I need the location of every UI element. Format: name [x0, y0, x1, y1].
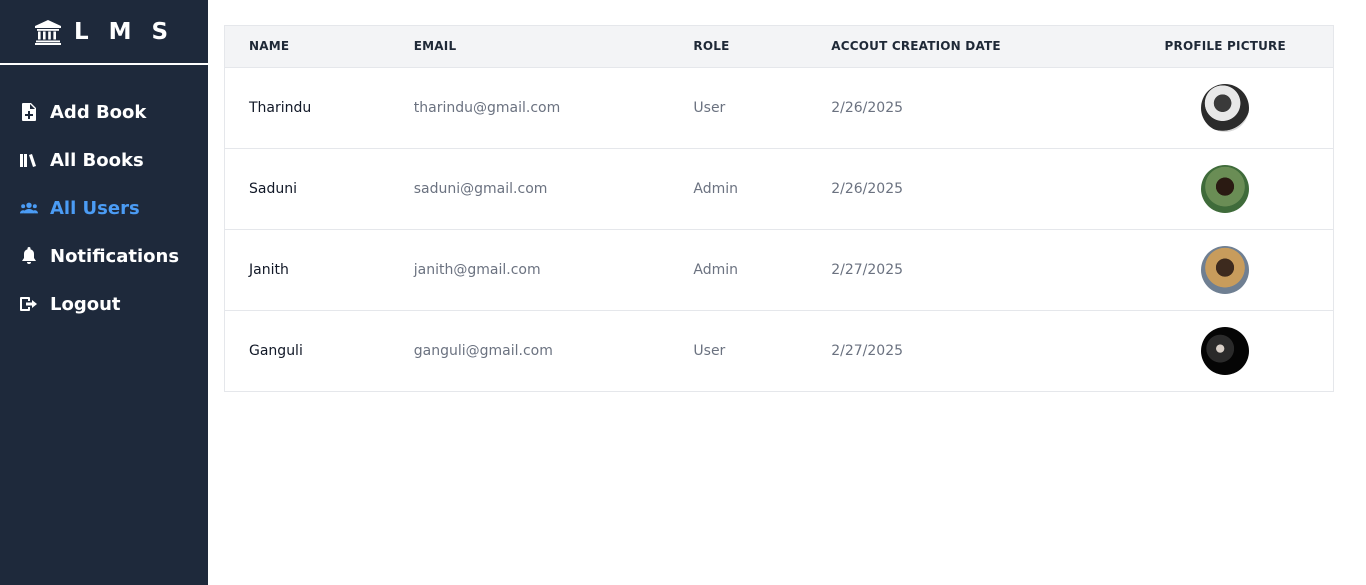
avatar — [1201, 245, 1250, 294]
bank-icon — [34, 19, 62, 45]
profile-picture-cell — [1117, 310, 1333, 391]
sidebar-item-add-book[interactable]: Add Book — [0, 88, 208, 136]
logout-icon — [20, 295, 38, 313]
avatar — [1201, 164, 1250, 213]
user-name: Janith — [249, 261, 289, 278]
user-role: Admin — [693, 261, 739, 278]
user-email: saduni@gmail.com — [413, 180, 548, 197]
file-plus-icon — [20, 103, 38, 121]
app-root: L M S Add Book All Books All Users Notif… — [0, 0, 1366, 585]
table-row: Saduni saduni@gmail.com Admin 2/26/2025 — [225, 148, 1333, 229]
table-header-row: NAME EMAIL ROLE ACCOUT CREATION DATE PRO… — [225, 26, 1333, 67]
column-header-name: NAME — [249, 39, 290, 54]
column-header-date: ACCOUT CREATION DATE — [831, 39, 1001, 54]
profile-picture-cell — [1117, 148, 1333, 229]
app-title: L M S — [73, 18, 175, 45]
profile-picture-cell — [1117, 67, 1333, 148]
sidebar-item-label: All Books — [50, 149, 144, 171]
table-row: Tharindu tharindu@gmail.com User 2/26/20… — [225, 67, 1333, 148]
user-created-date: 2/27/2025 — [831, 342, 904, 359]
user-created-date: 2/26/2025 — [831, 99, 904, 116]
user-name: Ganguli — [249, 342, 303, 359]
user-created-date: 2/26/2025 — [831, 180, 904, 197]
main-content: NAME EMAIL ROLE ACCOUT CREATION DATE PRO… — [208, 0, 1366, 585]
sidebar-item-label: All Users — [50, 197, 140, 219]
column-header-profile-picture: PROFILE PICTURE — [1164, 39, 1286, 54]
user-role: Admin — [693, 180, 739, 197]
users-icon — [20, 199, 38, 217]
column-header-role: ROLE — [693, 39, 730, 54]
user-name: Saduni — [249, 180, 297, 197]
sidebar-item-all-users[interactable]: All Users — [0, 184, 208, 232]
user-email: tharindu@gmail.com — [413, 99, 561, 116]
user-name: Tharindu — [249, 99, 312, 116]
sidebar-item-notifications[interactable]: Notifications — [0, 232, 208, 280]
table-row: Ganguli ganguli@gmail.com User 2/27/2025 — [225, 310, 1333, 391]
sidebar-item-label: Add Book — [50, 101, 147, 123]
profile-picture-cell — [1117, 229, 1333, 310]
sidebar-item-all-books[interactable]: All Books — [0, 136, 208, 184]
bell-icon — [20, 247, 38, 265]
avatar — [1201, 83, 1250, 132]
sidebar-item-label: Notifications — [50, 245, 180, 267]
user-email: janith@gmail.com — [413, 261, 541, 278]
table-row: Janith janith@gmail.com Admin 2/27/2025 — [225, 229, 1333, 310]
user-created-date: 2/27/2025 — [831, 261, 904, 278]
sidebar-item-logout[interactable]: Logout — [0, 280, 208, 328]
users-table-container: NAME EMAIL ROLE ACCOUT CREATION DATE PRO… — [224, 25, 1334, 392]
user-email: ganguli@gmail.com — [413, 342, 553, 359]
sidebar-item-label: Logout — [50, 293, 121, 315]
sidebar: L M S Add Book All Books All Users Notif… — [0, 0, 208, 585]
brand: L M S — [0, 0, 208, 65]
column-header-email: EMAIL — [413, 39, 457, 54]
books-icon — [20, 151, 38, 169]
avatar — [1201, 326, 1250, 375]
sidebar-nav: Add Book All Books All Users Notificatio… — [0, 88, 208, 328]
user-role: User — [693, 342, 726, 359]
user-role: User — [693, 99, 726, 116]
users-table: NAME EMAIL ROLE ACCOUT CREATION DATE PRO… — [225, 26, 1333, 391]
